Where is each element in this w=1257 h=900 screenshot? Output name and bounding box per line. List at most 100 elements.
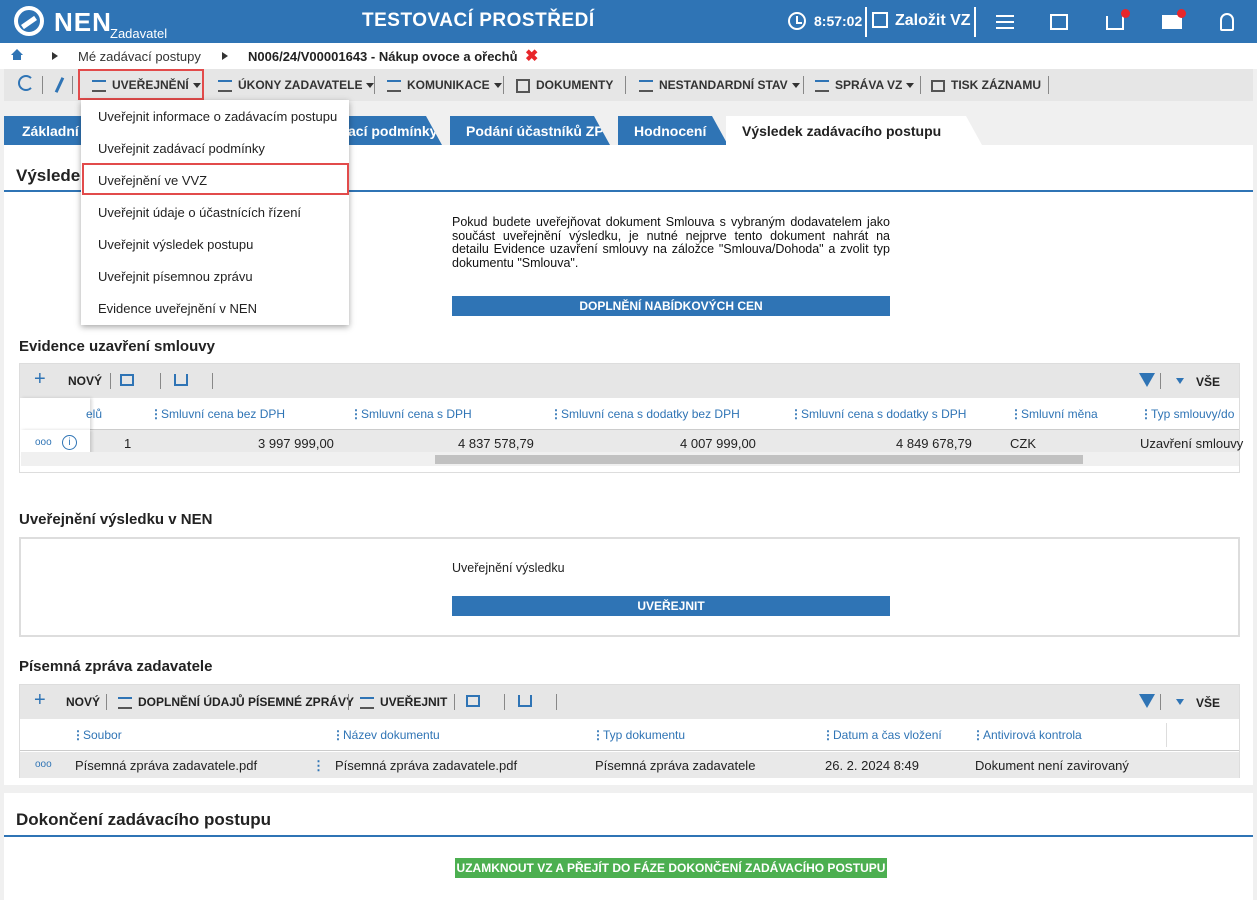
menu-icon[interactable] xyxy=(994,11,1016,33)
caret-down-icon[interactable] xyxy=(1176,699,1184,705)
column-header[interactable]: ⋮Typ smlouvy/do xyxy=(1140,398,1234,430)
breadcrumb-current-procedure[interactable]: N006/24/V00001643 - Nákup ovoce a ořechů xyxy=(248,49,518,64)
cell-price-amend-no-vat: 4 007 999,00 xyxy=(680,436,756,451)
column-header[interactable]: ⋮Smluvní cena s DPH xyxy=(350,398,472,430)
export-icon[interactable] xyxy=(518,695,532,707)
horizontal-scrollbar[interactable] xyxy=(21,452,1239,466)
divider xyxy=(110,373,111,389)
add-icon[interactable]: + xyxy=(34,689,56,712)
column-header[interactable]: ⋮Smluvní cena s dodatky s DPH xyxy=(790,398,966,430)
tab-vysledek[interactable]: Výsledek zadávacího postupu xyxy=(726,116,982,145)
actions-icon xyxy=(218,79,232,92)
nen-logo-icon[interactable] xyxy=(14,6,44,36)
dokumenty-button[interactable]: DOKUMENTY xyxy=(516,78,613,93)
publish-icon xyxy=(92,79,106,92)
section-divider xyxy=(4,835,1253,837)
uverejnit-button[interactable]: UVEŘEJNIT xyxy=(452,596,890,616)
column-header[interactable]: ⋮Název dokumentu xyxy=(332,719,440,751)
tab-hodnoceni[interactable]: Hodnocení xyxy=(618,116,728,145)
edit-icon[interactable] xyxy=(872,12,888,28)
state-icon xyxy=(639,79,653,92)
create-vz-button[interactable]: Založit VZ xyxy=(895,12,971,30)
menu-item-zadavaci-podminky[interactable]: Uveřejnit zadávací podmínky xyxy=(98,141,265,156)
filter-icon[interactable] xyxy=(1139,373,1155,387)
menu-item-uverejneni-vvz[interactable]: Uveřejnění ve VVZ xyxy=(98,173,207,188)
close-icon[interactable]: ✖ xyxy=(525,46,538,66)
fill-report-button[interactable]: DOPLNĚNÍ ÚDAJŮ PÍSEMNÉ ZPRÁVY xyxy=(118,695,354,709)
divider xyxy=(974,7,976,37)
print-icon[interactable] xyxy=(120,374,134,386)
inbox-icon[interactable] xyxy=(1106,16,1124,30)
column-header[interactable]: ⋮Datum a čas vložení xyxy=(822,719,942,751)
header-actions xyxy=(20,398,90,430)
publish-box xyxy=(19,537,1240,637)
calculator-icon[interactable] xyxy=(1050,14,1068,30)
grid-toolbar: + NOVÝ DOPLNĚNÍ ÚDAJŮ PÍSEMNÉ ZPRÁVY UVE… xyxy=(20,685,1239,719)
menu-item-uverejnit-informace[interactable]: Uveřejnit informace o zadávacím postupu xyxy=(98,109,337,124)
contracts-grid: + NOVÝ VŠE elů ⋮Smluvní cena bez DPH ⋮Sm… xyxy=(19,363,1243,473)
new-button[interactable]: NOVÝ xyxy=(68,374,102,388)
nestandardni-stav-menu[interactable]: NESTANDARDNÍ STAV xyxy=(639,78,800,92)
publish-report-button[interactable]: UVEŘEJNIT xyxy=(360,695,447,709)
scrollbar-thumb[interactable] xyxy=(435,455,1083,464)
column-header[interactable]: ⋮Soubor xyxy=(72,719,122,751)
tisk-zaznamu-button[interactable]: TISK ZÁZNAMU xyxy=(931,78,1041,92)
more-icon[interactable]: ooo xyxy=(35,759,52,770)
filter-icon[interactable] xyxy=(1139,694,1155,708)
column-header[interactable]: ⋮Smluvní měna xyxy=(1010,398,1098,430)
cell-file[interactable]: Písemná zpráva zadavatele.pdf xyxy=(75,758,257,773)
session-time: 8:57:02 xyxy=(814,13,863,29)
refresh-icon[interactable] xyxy=(18,75,34,91)
column-header[interactable]: ⋮Smluvní cena bez DPH xyxy=(150,398,285,430)
user-icon[interactable] xyxy=(1220,13,1234,31)
menu-item-udaje-ucastnici[interactable]: Uveřejnit údaje o účastnících řízení xyxy=(98,205,301,220)
logo-subtitle: Zadavatel xyxy=(110,26,168,41)
sprava-label: SPRÁVA VZ xyxy=(835,78,903,92)
menu-item-vysledek-postupu[interactable]: Uveřejnit výsledek postupu xyxy=(98,237,253,252)
publish-title: Uveřejnění výsledku v NEN xyxy=(19,511,213,528)
breadcrumb-my-procedures[interactable]: Mé zadávací postupy xyxy=(78,49,201,64)
chevron-right-icon xyxy=(52,52,58,60)
divider xyxy=(212,373,213,389)
doplneni-nabidkovych-cen-button[interactable]: DOPLNĚNÍ NABÍDKOVÝCH CEN xyxy=(452,296,890,316)
home-icon[interactable] xyxy=(11,49,23,60)
print-icon[interactable] xyxy=(466,695,480,707)
logo-text[interactable]: NEN xyxy=(54,7,112,38)
all-filter[interactable]: VŠE xyxy=(1196,375,1220,389)
uverejneni-menu[interactable]: UVEŘEJNĚNÍ xyxy=(92,78,201,92)
divider xyxy=(503,76,504,94)
environment-title: TESTOVACÍ PROSTŘEDÍ xyxy=(362,10,595,31)
publish-label: Uveřejnění výsledku xyxy=(452,561,565,575)
kebab-icon[interactable]: ⋮ xyxy=(312,758,325,774)
sprava-vz-menu[interactable]: SPRÁVA VZ xyxy=(815,78,915,92)
info-icon[interactable]: i xyxy=(62,435,77,450)
publish-icon xyxy=(360,696,374,709)
pencil-icon[interactable] xyxy=(54,77,65,93)
table-row[interactable]: ooo Písemná zpráva zadavatele.pdf ⋮ Píse… xyxy=(20,752,1239,778)
more-icon[interactable]: ooo xyxy=(35,437,52,448)
ukony-menu[interactable]: ÚKONY ZADAVATELE xyxy=(218,78,375,92)
cell-antivirus: Dokument není zavirovaný xyxy=(975,758,1129,773)
divider xyxy=(920,76,921,94)
caret-down-icon[interactable] xyxy=(1176,378,1184,384)
add-icon[interactable]: + xyxy=(34,368,56,391)
divider xyxy=(42,76,43,94)
divider xyxy=(803,76,804,94)
menu-item-evidence-nen[interactable]: Evidence uveřejnění v NEN xyxy=(98,301,257,316)
column-header[interactable]: ⋮Typ dokumentu xyxy=(592,719,685,751)
tab-podani-ucastniku[interactable]: Podání účastníků ZP xyxy=(450,116,610,145)
tisk-label: TISK ZÁZNAMU xyxy=(951,78,1041,92)
menu-item-pisemna-zprava[interactable]: Uveřejnit písemnou zprávu xyxy=(98,269,253,284)
lock-and-finish-button[interactable]: UZAMKNOUT VZ A PŘEJÍT DO FÁZE DOKONČENÍ … xyxy=(455,858,887,878)
all-filter[interactable]: VŠE xyxy=(1196,696,1220,710)
cell-price-vat: 4 837 578,79 xyxy=(458,436,534,451)
column-header[interactable]: ⋮Smluvní cena s dodatky bez DPH xyxy=(550,398,740,430)
top-bar: NEN Zadavatel TESTOVACÍ PROSTŘEDÍ 8:57:0… xyxy=(0,0,1257,43)
column-header[interactable]: ⋮Antivirová kontrola xyxy=(972,719,1082,751)
new-button[interactable]: NOVÝ xyxy=(66,695,100,709)
komunikace-menu[interactable]: KOMUNIKACE xyxy=(387,78,502,92)
export-icon[interactable] xyxy=(174,374,188,386)
grid-header: ⋮Soubor ⋮Název dokumentu ⋮Typ dokumentu … xyxy=(20,719,1239,751)
info-text: Pokud budete uveřejňovat dokument Smlouv… xyxy=(452,215,890,270)
column-header[interactable]: elů xyxy=(86,398,102,430)
